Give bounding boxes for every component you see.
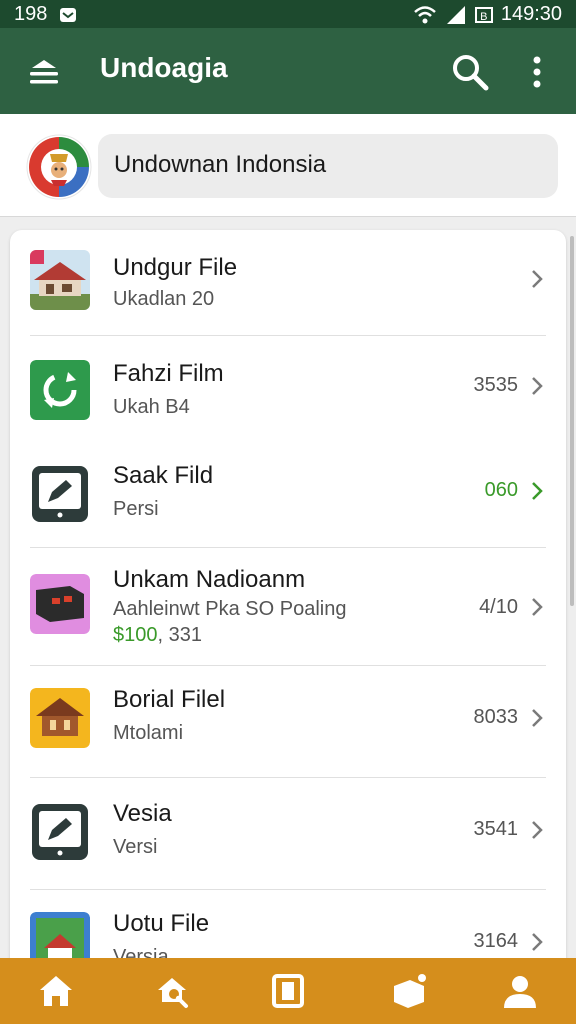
- status-bar: 198 B 149:30: [0, 0, 576, 28]
- chevron-right-icon: [532, 270, 543, 288]
- item-subtitle: Mtolami: [113, 722, 184, 744]
- status-time-right: 149:30: [500, 3, 562, 25]
- chevron-right-icon: [532, 598, 543, 616]
- chevron-right-icon: [532, 377, 543, 395]
- item-title: Vesia: [113, 800, 172, 827]
- item-title: Borial Filel: [113, 686, 226, 713]
- list-item[interactable]: Borial Filel Mtolami 8033: [10, 666, 566, 778]
- item-value: 4/10: [479, 596, 518, 618]
- item-title: Saak Fild: [113, 462, 214, 489]
- item-title: Fahzi Film: [113, 360, 224, 387]
- tablet-edit-icon: [32, 466, 88, 522]
- header-card: Undownan Indonsia: [0, 114, 576, 217]
- item-title: Undgur File: [113, 254, 238, 281]
- item-value: 3541: [473, 818, 519, 840]
- tablet-edit-icon: [32, 804, 88, 860]
- list-item[interactable]: Fahzi Film Ukah B4 3535: [10, 336, 566, 442]
- wifi-icon: [413, 5, 436, 23]
- bottom-navigation: [0, 958, 576, 1024]
- chevron-right-icon: [532, 482, 543, 500]
- scrollbar[interactable]: [570, 236, 574, 606]
- chevron-right-icon: [532, 709, 543, 727]
- package-icon[interactable]: [390, 972, 430, 1010]
- item-price: $100, 331: [113, 624, 202, 646]
- item-subtitle: Versi: [113, 836, 158, 858]
- profile-icon[interactable]: [500, 972, 540, 1010]
- menu-icon[interactable]: [24, 52, 64, 92]
- item-subtitle: Ukah B4: [113, 396, 190, 418]
- search-icon[interactable]: [152, 972, 192, 1010]
- chevron-right-icon: [532, 821, 543, 839]
- list-item[interactable]: Unkam Nadioanm Aahleinwt Pka SO Poaling …: [10, 548, 566, 666]
- status-time-left: 198: [14, 3, 48, 25]
- item-value: 8033: [473, 706, 519, 728]
- file-list: Undgur File Ukadlan 20 Fahzi Film Ukah B…: [10, 230, 566, 990]
- home-icon[interactable]: [36, 972, 76, 1010]
- house-thumbnail-icon: [30, 250, 90, 310]
- search-icon[interactable]: [450, 52, 490, 92]
- mail-icon: [60, 7, 77, 22]
- item-value: 3164: [473, 930, 519, 952]
- item-title: Uotu File: [113, 910, 210, 937]
- list-item[interactable]: Vesia Versi 3541: [10, 778, 566, 890]
- more-vert-icon[interactable]: [520, 52, 554, 92]
- item-title: Unkam Nadioanm: [113, 566, 306, 593]
- garuda-logo-icon: [26, 134, 92, 200]
- refresh-app-icon: [30, 360, 90, 420]
- header-search-field[interactable]: Undownan Indonsia: [98, 134, 558, 198]
- house-app-icon: [30, 688, 90, 748]
- signal-icon: [446, 5, 465, 24]
- device-thumbnail-icon: [30, 574, 90, 634]
- app-bar: Undoagia: [0, 28, 576, 114]
- battery-icon: B: [474, 6, 493, 23]
- item-value: 3535: [473, 374, 519, 396]
- book-icon[interactable]: [268, 972, 308, 1010]
- list-item[interactable]: Saak Fild Persi 060: [10, 442, 566, 548]
- chevron-right-icon: [532, 933, 543, 951]
- item-subtitle: Ukadlan 20: [113, 288, 215, 310]
- app-title: Undoagia: [100, 52, 228, 83]
- item-subtitle: Aahleinwt Pka SO Poaling: [113, 598, 347, 620]
- list-item[interactable]: Undgur File Ukadlan 20: [10, 230, 566, 336]
- item-subtitle: Persi: [113, 498, 159, 520]
- item-value: 060: [484, 479, 518, 501]
